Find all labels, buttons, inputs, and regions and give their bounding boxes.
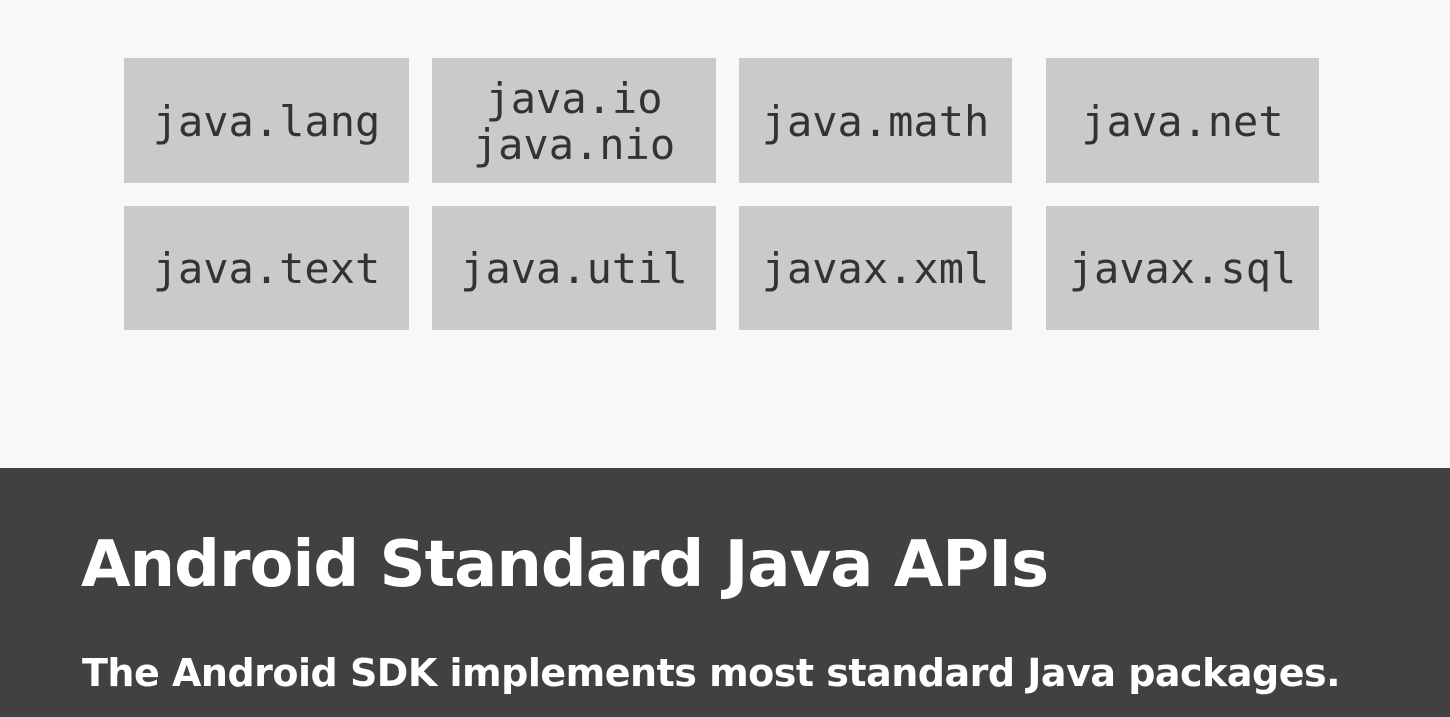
package-tile-java-math: java.math: [739, 58, 1012, 183]
package-name: java.io: [485, 73, 663, 123]
package-name: java.util: [460, 244, 688, 293]
package-tile-javax-sql: javax.sql: [1046, 206, 1319, 330]
package-tile-java-lang: java.lang: [124, 58, 409, 183]
package-tile-java-net: java.net: [1046, 58, 1319, 183]
package-tile-javax-xml: javax.xml: [739, 206, 1012, 330]
package-name: java.nio: [472, 119, 676, 169]
package-name: java.math: [761, 96, 990, 146]
package-tile-java-util: java.util: [432, 206, 716, 330]
caption-subtitle: The Android SDK implements most standard…: [82, 651, 1341, 695]
package-tile-java-text: java.text: [124, 206, 409, 330]
package-name: java.text: [152, 244, 381, 293]
package-name: java.lang: [152, 96, 381, 146]
package-name: java.net: [1081, 96, 1284, 146]
package-tile-java-io-nio: java.io java.nio: [432, 58, 716, 183]
package-name: javax.sql: [1068, 244, 1297, 293]
package-name: javax.xml: [761, 244, 990, 293]
caption-title: Android Standard Java APIs: [81, 528, 1049, 602]
